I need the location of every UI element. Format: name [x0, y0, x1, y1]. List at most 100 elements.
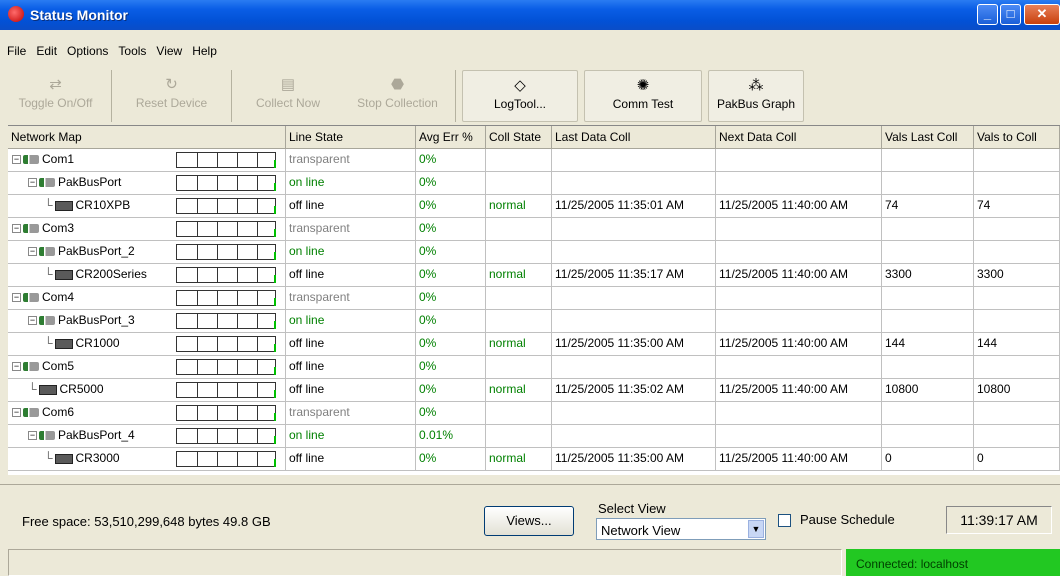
grid-header-row: Network Map Line State Avg Err % Coll St… — [8, 126, 1060, 149]
table-row[interactable]: └ CR1000 off line 0% normal 11/25/2005 11:35:… — [8, 333, 1060, 356]
pause-schedule-checkbox[interactable] — [778, 514, 791, 527]
collect-label: Collect Now — [255, 96, 321, 110]
reset-device-button[interactable]: ↻ Reset Device — [112, 70, 232, 122]
tree-node[interactable]: − PakBusPort_4 — [28, 425, 135, 447]
table-row[interactable]: − Com3 transparent 0% — [8, 218, 1060, 241]
menu-edit[interactable]: Edit — [31, 44, 62, 58]
network-map-cell[interactable]: └ CR1000 — [8, 333, 286, 356]
vals-last-coll-cell — [882, 172, 974, 195]
collapse-icon[interactable]: − — [28, 178, 37, 188]
table-row[interactable]: − Com4 transparent 0% — [8, 287, 1060, 310]
toolbar: ⇄ Toggle On/Off ↻ Reset Device ▤ Collect… — [0, 70, 1060, 122]
tree-node[interactable]: └ CR200Series — [44, 264, 147, 286]
vals-last-coll-cell — [882, 310, 974, 333]
network-map-cell[interactable]: − PakBusPort — [8, 172, 286, 195]
tree-node[interactable]: − PakBusPort_3 — [28, 310, 135, 332]
table-row[interactable]: − PakBusPort_4 on line 0.01% — [8, 425, 1060, 448]
tree-node[interactable]: └ CR3000 — [44, 448, 120, 470]
comm-test-button[interactable]: ✺ Comm Test — [584, 70, 702, 122]
col-header-line-state[interactable]: Line State — [286, 126, 416, 149]
menu-options[interactable]: Options — [62, 44, 113, 58]
status-grid[interactable]: Network Map Line State Avg Err % Coll St… — [8, 125, 1060, 475]
device-name: Com4 — [42, 290, 75, 304]
network-map-cell[interactable]: − PakBusPort_4 — [8, 425, 286, 448]
tree-node[interactable]: − Com6 — [12, 402, 74, 424]
tree-node[interactable]: └ CR1000 — [44, 333, 120, 355]
col-header-coll-state[interactable]: Coll State — [486, 126, 552, 149]
collapse-icon[interactable]: − — [12, 362, 21, 372]
menu-help[interactable]: Help — [187, 44, 222, 58]
table-row[interactable]: └ CR200Series off line 0% normal 11/25/2005 1… — [8, 264, 1060, 287]
comm-status-boxes — [176, 221, 276, 237]
col-header-last-data-coll[interactable]: Last Data Coll — [552, 126, 716, 149]
line-state-cell: on line — [286, 425, 416, 448]
stop-collection-button[interactable]: ⬣ Stop Collection — [340, 70, 456, 122]
collapse-icon[interactable]: − — [28, 431, 37, 441]
collect-now-button[interactable]: ▤ Collect Now — [240, 70, 336, 122]
network-map-cell[interactable]: − Com4 — [8, 287, 286, 310]
tree-node[interactable]: └ CR5000 — [28, 379, 104, 401]
network-map-cell[interactable]: − Com1 — [8, 149, 286, 172]
col-header-vals-to-coll[interactable]: Vals to Coll — [974, 126, 1060, 149]
comm-status-boxes — [176, 244, 276, 260]
network-map-cell[interactable]: − Com6 — [8, 402, 286, 425]
logtool-button[interactable]: ◇ LogTool... — [462, 70, 578, 122]
collapse-icon[interactable]: − — [28, 316, 37, 326]
table-row[interactable]: − Com5 off line 0% — [8, 356, 1060, 379]
table-row[interactable]: − PakBusPort_3 on line 0% — [8, 310, 1060, 333]
tree-node[interactable]: − PakBusPort_2 — [28, 241, 135, 263]
tree-node[interactable]: − PakBusPort — [28, 172, 121, 194]
table-row[interactable]: └ CR5000 off line 0% normal 11/25/2005 11:35:… — [8, 379, 1060, 402]
table-row[interactable]: − PakBusPort on line 0% — [8, 172, 1060, 195]
last-data-coll-cell: 11/25/2005 11:35:17 AM — [552, 264, 716, 287]
network-map-cell[interactable]: └ CR10XPB — [8, 195, 286, 218]
network-map-cell[interactable]: └ CR5000 — [8, 379, 286, 402]
comm-status-boxes — [176, 198, 276, 214]
select-view-label: Select View — [598, 501, 666, 516]
collapse-icon[interactable]: − — [12, 155, 21, 165]
toggle-icon: ⇄ — [49, 76, 62, 93]
network-map-cell[interactable]: − PakBusPort_2 — [8, 241, 286, 264]
port-icon — [39, 178, 55, 188]
tree-node[interactable]: − Com4 — [12, 287, 75, 309]
collapse-icon[interactable]: − — [28, 247, 37, 257]
menu-view[interactable]: View — [151, 44, 187, 58]
tree-node[interactable]: − Com1 — [12, 149, 74, 171]
pakbus-graph-button[interactable]: ⁂ PakBus Graph — [708, 70, 804, 122]
network-map-cell[interactable]: └ CR200Series — [8, 264, 286, 287]
table-row[interactable]: − Com1 transparent 0% — [8, 149, 1060, 172]
col-header-next-data-coll[interactable]: Next Data Coll — [716, 126, 882, 149]
close-button[interactable]: ✕ — [1024, 4, 1060, 25]
maximize-button[interactable]: □ — [1000, 4, 1021, 25]
network-map-cell[interactable]: − PakBusPort_3 — [8, 310, 286, 333]
table-row[interactable]: └ CR10XPB off line 0% normal 11/25/2005 11:35… — [8, 195, 1060, 218]
col-header-vals-last-coll[interactable]: Vals Last Coll — [882, 126, 974, 149]
network-map-cell[interactable]: └ CR3000 — [8, 448, 286, 471]
col-header-avg-err[interactable]: Avg Err % — [416, 126, 486, 149]
tree-node[interactable]: − Com3 — [12, 218, 74, 240]
avg-err-cell: 0% — [416, 379, 486, 402]
toggle-button[interactable]: ⇄ Toggle On/Off — [0, 70, 112, 122]
table-row[interactable]: − Com6 transparent 0% — [8, 402, 1060, 425]
collapse-icon[interactable]: − — [12, 293, 21, 303]
col-header-network-map[interactable]: Network Map — [8, 126, 286, 149]
dropdown-arrow-icon[interactable]: ▼ — [748, 520, 764, 538]
table-row[interactable]: − PakBusPort_2 on line 0% — [8, 241, 1060, 264]
table-row[interactable]: └ CR3000 off line 0% normal 11/25/2005 11:35:… — [8, 448, 1060, 471]
menu-file[interactable]: File — [2, 44, 31, 58]
tree-node[interactable]: − Com5 — [12, 356, 74, 378]
tree-node[interactable]: └ CR10XPB — [44, 195, 130, 217]
clock-display: 11:39:17 AM — [946, 506, 1052, 534]
minimize-button[interactable]: _ — [977, 4, 998, 25]
network-map-cell[interactable]: − Com5 — [8, 356, 286, 379]
vals-to-coll-cell — [974, 310, 1060, 333]
select-view-dropdown[interactable]: Network View ▼ — [596, 518, 766, 540]
collapse-icon[interactable]: − — [12, 224, 21, 234]
views-button[interactable]: Views... — [484, 506, 574, 536]
collapse-icon[interactable]: − — [12, 408, 21, 418]
menu-tools[interactable]: Tools — [113, 44, 151, 58]
network-map-cell[interactable]: − Com3 — [8, 218, 286, 241]
comm-test-icon: ✺ — [636, 77, 650, 94]
divider — [0, 484, 1060, 485]
next-data-coll-cell: 11/25/2005 11:40:00 AM — [716, 448, 882, 471]
